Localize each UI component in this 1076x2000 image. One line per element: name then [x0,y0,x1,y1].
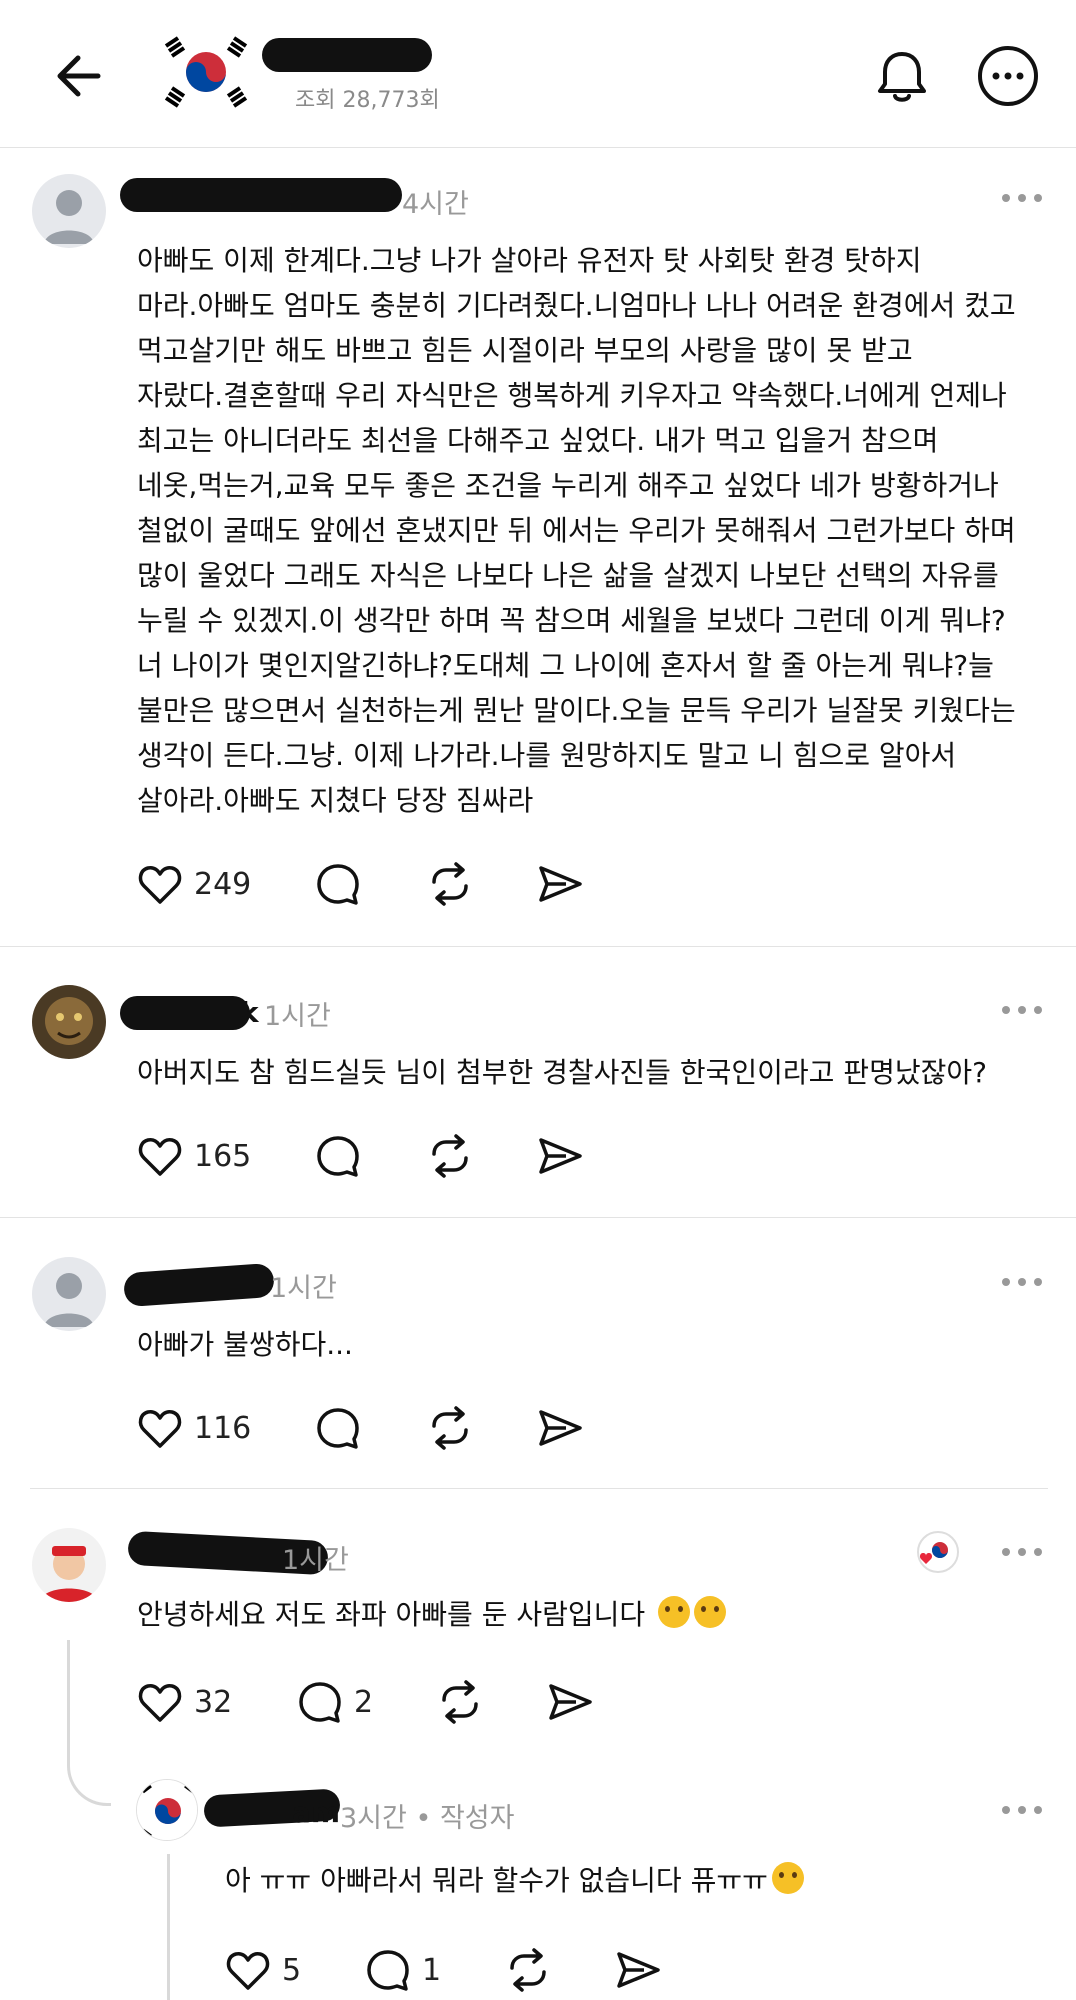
more-icon[interactable] [1000,1802,1044,1818]
post-time: 1시간 [270,1273,337,1304]
repost-icon [432,862,468,906]
repost-icon [432,1406,468,1450]
post-text: 안녕하세요 저도 좌파 아빠를 둔 사람입니다 [137,1592,997,1637]
post-text-content: 안녕하세요 저도 좌파 아빠를 둔 사람입니다 [137,1598,646,1631]
post-time: 3시간 • 작성자 [340,1803,515,1834]
korea-flag-icon[interactable] [158,34,254,110]
like-count: 5 [282,1952,302,1988]
reply-count: 2 [354,1684,374,1720]
avatar[interactable] [32,174,106,248]
post-actions: 116 [136,1402,736,1454]
like-button[interactable]: 165 [136,1130,251,1182]
post-text: 아버지도 참 힘드실듯 님이 첨부한 경찰사진들 한국인이라고 판명났잖아? [137,1056,987,1089]
post-actions: 249 [136,858,736,910]
avatar[interactable] [32,985,106,1059]
notification-button[interactable] [870,44,934,108]
comment-icon [317,864,359,905]
share-icon [539,866,582,902]
like-count: 32 [194,1684,233,1720]
more-icon [978,46,1038,106]
more-icon[interactable] [1000,190,1044,206]
korea-flag-badge [916,1530,960,1574]
divider [30,1488,1048,1489]
author-name[interactable]: k [240,996,259,1029]
thread-connector [67,1640,111,1806]
redacted-username [120,178,402,212]
share-icon [539,1410,582,1446]
redacted-username [262,38,432,72]
share-button[interactable] [536,858,584,910]
post-text: 아빠가 불쌍하다... [137,1328,353,1361]
repost-icon [432,1134,468,1178]
share-button[interactable] [536,1402,584,1454]
redacted-username [120,996,250,1030]
like-button[interactable]: 32 [136,1676,232,1728]
heart-icon [138,1684,182,1722]
heart-icon [138,1138,182,1176]
like-button[interactable]: 116 [136,1402,251,1454]
comment-icon [367,1950,409,1991]
like-button[interactable]: 249 [136,858,251,910]
heart-icon [226,1952,270,1990]
post-actions: 32 2 [136,1676,736,1728]
repost-button[interactable] [426,1130,474,1182]
top-bar: 조회 28,773회 [0,0,1076,148]
comment-button[interactable]: 1 [364,1944,441,1996]
redacted-username [122,1262,276,1308]
post-text: 아빠도 이제 한계다.그냥 나가 살아라 유전자 탓 사회탓 환경 탓하지 마라… [137,244,1016,817]
heart-icon [138,1410,182,1448]
repost-button[interactable] [436,1676,484,1728]
divider [0,946,1076,947]
post-text: 아 ㅠㅠ 아빠라서 뭐라 할수가 없습니다 퓨ㅠㅠ [225,1858,1025,1903]
avatar[interactable] [32,1528,106,1602]
share-icon [539,1138,582,1174]
post-actions: 165 [136,1130,736,1182]
comment-button[interactable] [314,858,362,910]
reply-count: 1 [422,1952,442,1988]
more-icon[interactable] [1000,1002,1044,1018]
avatar[interactable] [136,1779,198,1841]
share-button[interactable] [614,1944,662,1996]
post-time: 1시간 [264,1001,331,1032]
comment-button[interactable]: 2 [296,1676,373,1728]
post-time: 4시간 [402,189,469,220]
more-options-button[interactable] [976,44,1040,108]
thread-connector [167,1854,170,2000]
repost-button[interactable] [426,858,474,910]
comment-icon [317,1136,359,1177]
like-button[interactable]: 5 [224,1944,301,1996]
share-button[interactable] [536,1130,584,1182]
repost-button[interactable] [426,1402,474,1454]
view-count: 조회 28,773회 [295,88,440,113]
more-icon[interactable] [1000,1544,1044,1560]
smile-emoji-icon [658,1596,691,1628]
back-button[interactable] [48,44,112,108]
bell-icon [878,52,926,102]
post-text-content: 아 ㅠㅠ 아빠라서 뭐라 할수가 없습니다 퓨ㅠㅠ [225,1864,768,1897]
more-icon[interactable] [1000,1274,1044,1290]
repost-button[interactable] [504,1944,552,1996]
share-button[interactable] [546,1676,594,1728]
comment-button[interactable] [314,1130,362,1182]
repost-icon [442,1680,478,1724]
smile-emoji-icon [771,1862,804,1894]
divider [0,1217,1076,1218]
author-name[interactable]: am [292,1796,340,1829]
like-count: 249 [194,866,252,902]
repost-icon [510,1948,546,1992]
post-actions: 5 1 [224,1944,824,1996]
like-count: 116 [194,1410,252,1446]
comment-icon [317,1408,359,1449]
avatar[interactable] [32,1257,106,1331]
heart-icon [138,866,182,904]
share-icon [617,1952,660,1988]
comment-icon [299,1682,341,1723]
like-count: 165 [194,1138,252,1174]
comment-button[interactable] [314,1402,362,1454]
post-time: 1시간 [282,1545,349,1576]
smile-emoji-icon [694,1596,727,1628]
back-arrow-icon [57,55,101,97]
share-icon [549,1684,592,1720]
